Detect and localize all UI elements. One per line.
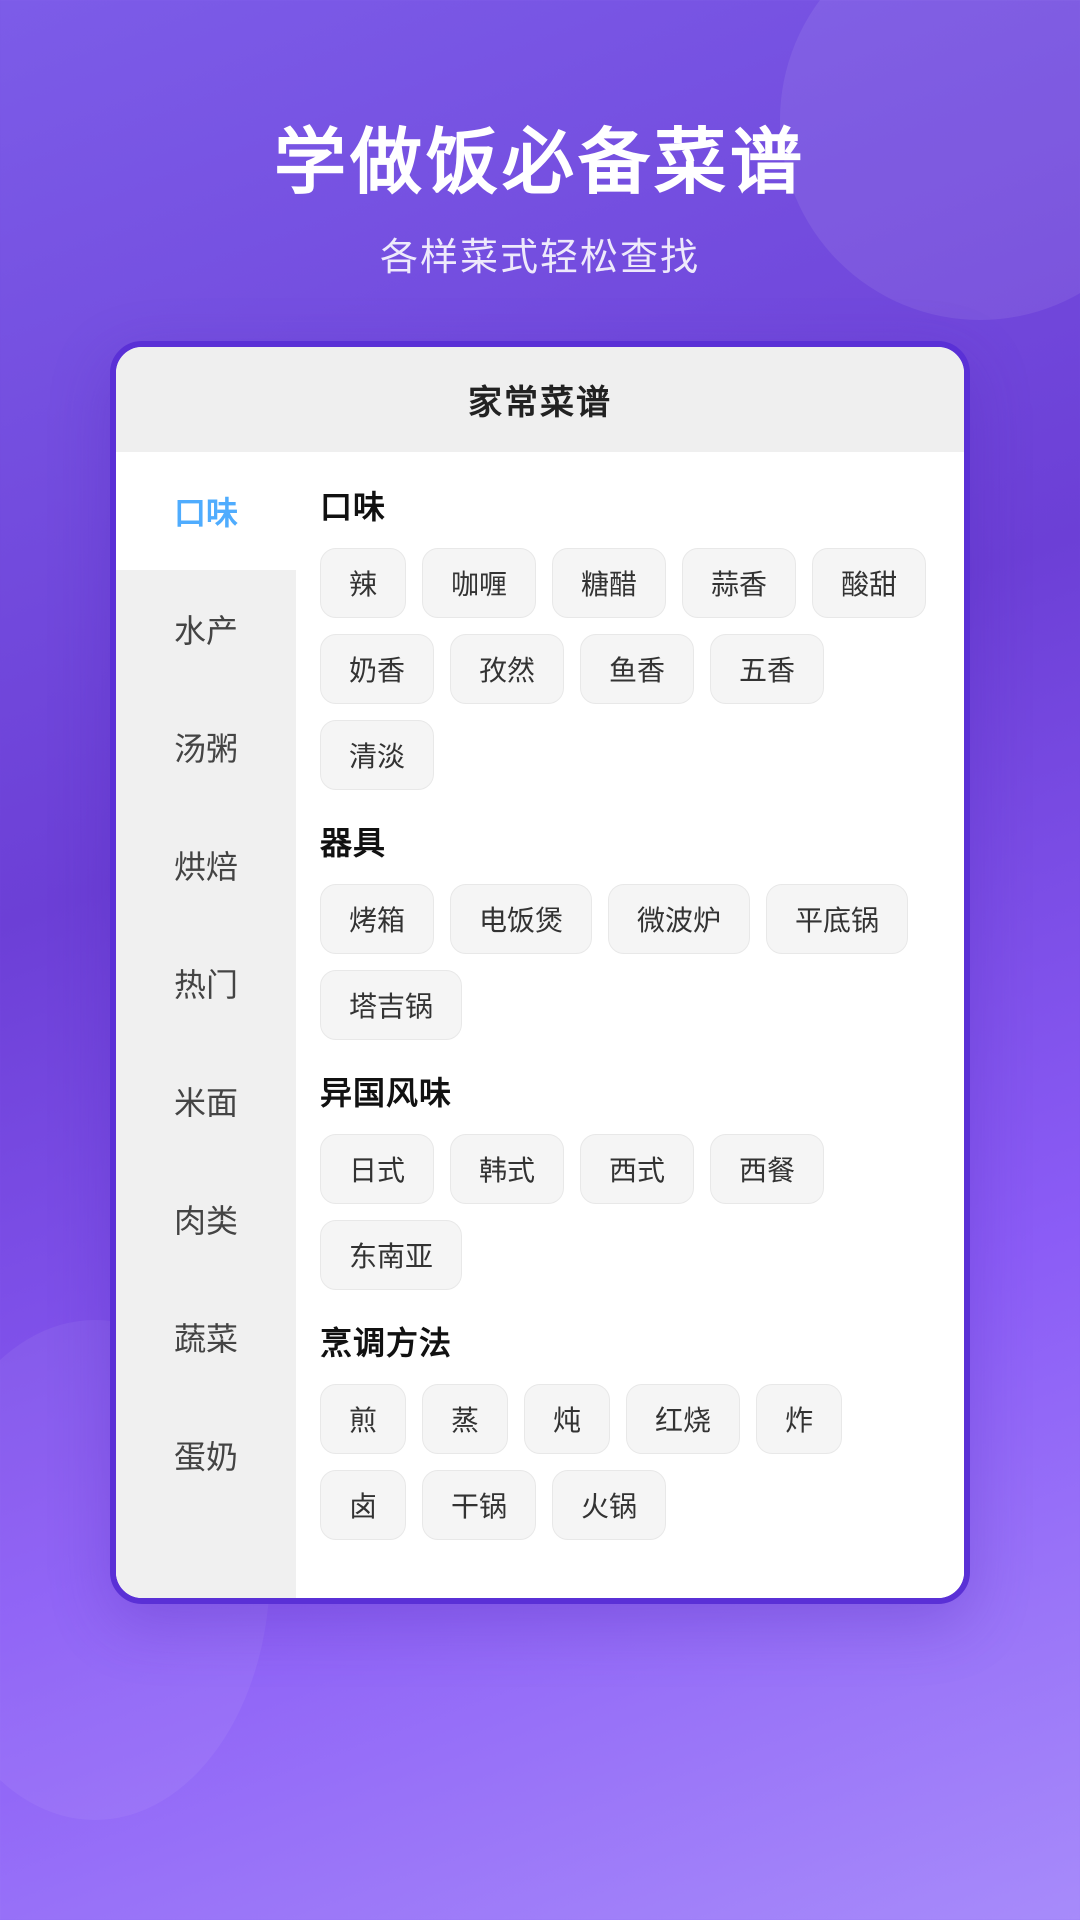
tag-烤箱[interactable]: 烤箱 — [320, 884, 434, 954]
tag-鱼香[interactable]: 鱼香 — [580, 634, 694, 704]
tag-糖醋[interactable]: 糖醋 — [552, 548, 666, 618]
sidebar-item-热门[interactable]: 热门 — [116, 924, 296, 1042]
tag-火锅[interactable]: 火锅 — [552, 1470, 666, 1540]
tag-电饭煲[interactable]: 电饭煲 — [450, 884, 592, 954]
tags-container: 辣咖喱糖醋蒜香酸甜奶香孜然鱼香五香清淡 — [320, 548, 934, 790]
section-title: 烹调方法 — [320, 1318, 934, 1364]
tag-清淡[interactable]: 清淡 — [320, 720, 434, 790]
section-烹调方法: 烹调方法煎蒸炖红烧炸卤干锅火锅 — [320, 1318, 934, 1540]
tag-奶香[interactable]: 奶香 — [320, 634, 434, 704]
section-title: 器具 — [320, 818, 934, 864]
tag-炸[interactable]: 炸 — [756, 1384, 842, 1454]
tag-孜然[interactable]: 孜然 — [450, 634, 564, 704]
card-body: 口味水产汤粥烘焙热门米面肉类蔬菜蛋奶 口味辣咖喱糖醋蒜香酸甜奶香孜然鱼香五香清淡… — [116, 452, 964, 1598]
section-title: 口味 — [320, 482, 934, 528]
tag-西式[interactable]: 西式 — [580, 1134, 694, 1204]
sidebar: 口味水产汤粥烘焙热门米面肉类蔬菜蛋奶 — [116, 452, 296, 1598]
tags-container: 煎蒸炖红烧炸卤干锅火锅 — [320, 1384, 934, 1540]
sidebar-item-肉类[interactable]: 肉类 — [116, 1160, 296, 1278]
sidebar-item-汤粥[interactable]: 汤粥 — [116, 688, 296, 806]
section-器具: 器具烤箱电饭煲微波炉平底锅塔吉锅 — [320, 818, 934, 1040]
header-subtitle: 各样菜式轻松查找 — [274, 226, 806, 281]
tag-卤[interactable]: 卤 — [320, 1470, 406, 1540]
tag-西餐[interactable]: 西餐 — [710, 1134, 824, 1204]
sidebar-item-米面[interactable]: 米面 — [116, 1042, 296, 1160]
tag-韩式[interactable]: 韩式 — [450, 1134, 564, 1204]
tag-炖[interactable]: 炖 — [524, 1384, 610, 1454]
sidebar-item-蛋奶[interactable]: 蛋奶 — [116, 1396, 296, 1514]
tags-container: 日式韩式西式西餐东南亚 — [320, 1134, 934, 1290]
tag-红烧[interactable]: 红烧 — [626, 1384, 740, 1454]
card-title: 家常菜谱 — [116, 347, 964, 452]
section-口味: 口味辣咖喱糖醋蒜香酸甜奶香孜然鱼香五香清淡 — [320, 482, 934, 790]
header: 学做饭必备菜谱 各样菜式轻松查找 — [274, 120, 806, 281]
main-card: 家常菜谱 口味水产汤粥烘焙热门米面肉类蔬菜蛋奶 口味辣咖喱糖醋蒜香酸甜奶香孜然鱼… — [110, 341, 970, 1604]
section-异国风味: 异国风味日式韩式西式西餐东南亚 — [320, 1068, 934, 1290]
tag-东南亚[interactable]: 东南亚 — [320, 1220, 462, 1290]
tag-微波炉[interactable]: 微波炉 — [608, 884, 750, 954]
tag-蒸[interactable]: 蒸 — [422, 1384, 508, 1454]
tag-辣[interactable]: 辣 — [320, 548, 406, 618]
content-area: 口味辣咖喱糖醋蒜香酸甜奶香孜然鱼香五香清淡器具烤箱电饭煲微波炉平底锅塔吉锅异国风… — [296, 452, 964, 1598]
tag-塔吉锅[interactable]: 塔吉锅 — [320, 970, 462, 1040]
tag-酸甜[interactable]: 酸甜 — [812, 548, 926, 618]
sidebar-item-蔬菜[interactable]: 蔬菜 — [116, 1278, 296, 1396]
tag-日式[interactable]: 日式 — [320, 1134, 434, 1204]
tag-蒜香[interactable]: 蒜香 — [682, 548, 796, 618]
tag-平底锅[interactable]: 平底锅 — [766, 884, 908, 954]
tag-干锅[interactable]: 干锅 — [422, 1470, 536, 1540]
section-title: 异国风味 — [320, 1068, 934, 1114]
sidebar-item-烘焙[interactable]: 烘焙 — [116, 806, 296, 924]
sidebar-item-口味[interactable]: 口味 — [116, 452, 296, 570]
tag-煎[interactable]: 煎 — [320, 1384, 406, 1454]
sidebar-item-水产[interactable]: 水产 — [116, 570, 296, 688]
tag-咖喱[interactable]: 咖喱 — [422, 548, 536, 618]
tags-container: 烤箱电饭煲微波炉平底锅塔吉锅 — [320, 884, 934, 1040]
tag-五香[interactable]: 五香 — [710, 634, 824, 704]
header-title: 学做饭必备菜谱 — [274, 120, 806, 206]
